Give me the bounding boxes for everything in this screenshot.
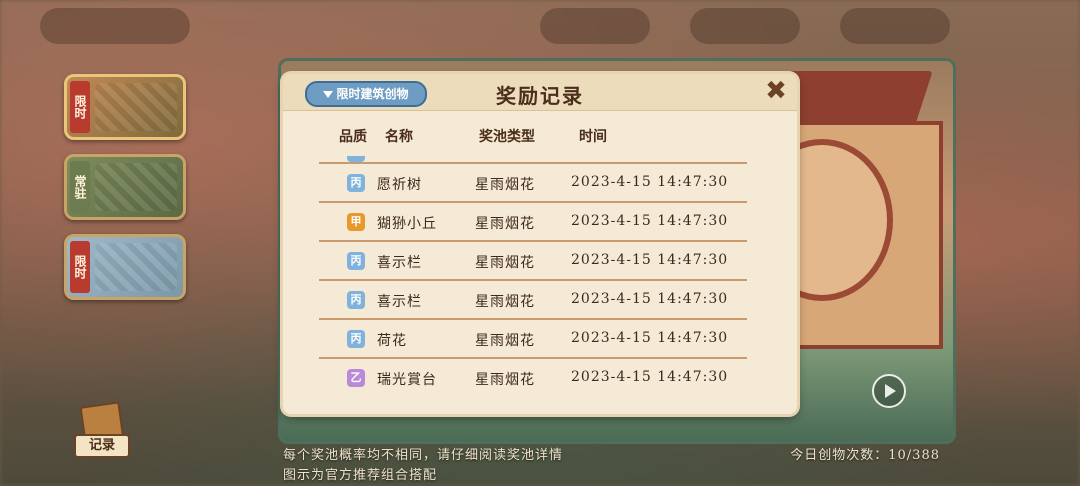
- list-item: 乙 瑞光賞台 星雨烟花 2023-4-15 14:47:30: [319, 359, 747, 396]
- item-time: 2023-4-15 14:47:30: [571, 174, 729, 190]
- dialog-title: 奖励记录: [496, 84, 584, 108]
- quality-badge: 丙: [347, 252, 365, 270]
- top-bar-blurred: [840, 8, 950, 44]
- column-header-time: 时间: [579, 129, 607, 145]
- column-header-quality: 品质: [339, 129, 367, 145]
- record-button-label: 记录: [74, 434, 130, 458]
- side-tab-limited-character[interactable]: 限时: [64, 234, 186, 300]
- side-tab-limited-building[interactable]: 限时: [64, 74, 186, 140]
- record-list[interactable]: 丙 愿祈树 星雨烟花 2023-4-15 14:47:30 甲 猢狲小丘 星雨烟…: [319, 156, 747, 396]
- play-icon[interactable]: [872, 374, 906, 408]
- item-time: 2023-4-15 14:47:30: [571, 369, 729, 385]
- side-tab-artwork: [95, 163, 177, 211]
- quality-badge: 丙: [347, 291, 365, 309]
- quality-badge: 丙: [347, 174, 365, 192]
- item-name: 荷花: [377, 333, 407, 349]
- side-tab-tag: 限时: [70, 81, 90, 133]
- item-name: 猢狲小丘: [377, 216, 437, 232]
- side-tab-tag: 限时: [70, 241, 90, 293]
- pool-combo-text: 图示为官方推荐组合搭配: [283, 468, 438, 483]
- reward-record-dialog: 限时建筑创物 奖励记录 ✖ 品质 名称 奖池类型 时间 丙 愿祈树 星雨烟花 2…: [283, 74, 797, 414]
- item-name: 喜示栏: [377, 255, 422, 271]
- record-button[interactable]: 记录: [72, 401, 130, 458]
- quality-badge: 甲: [347, 213, 365, 231]
- list-item: 丙 喜示栏 星雨烟花 2023-4-15 14:47:30: [319, 281, 747, 320]
- item-pool-type: 星雨烟花: [475, 372, 535, 388]
- item-pool-type: 星雨烟花: [475, 294, 535, 310]
- column-header-pool-type: 奖池类型: [479, 129, 535, 145]
- item-pool-type: 星雨烟花: [475, 177, 535, 193]
- side-tab-artwork: [95, 83, 177, 131]
- list-item: 丙 愿祈树 星雨烟花 2023-4-15 14:47:30: [319, 164, 747, 203]
- item-name: 瑞光賞台: [377, 372, 437, 388]
- list-item: 丙 喜示栏 星雨烟花 2023-4-15 14:47:30: [319, 242, 747, 281]
- quality-badge: 丙: [347, 330, 365, 348]
- item-time: 2023-4-15 14:47:30: [571, 252, 729, 268]
- close-button[interactable]: ✖: [763, 78, 789, 104]
- item-time: 2023-4-15 14:47:30: [571, 291, 729, 307]
- item-name: 愿祈树: [377, 177, 422, 193]
- side-tab-artwork: [95, 243, 177, 291]
- quality-badge: 乙: [347, 369, 365, 387]
- item-pool-type: 星雨烟花: [475, 333, 535, 349]
- pool-notice-text: 每个奖池概率均不相同，请仔细阅读奖池详情: [283, 448, 564, 463]
- item-time: 2023-4-15 14:47:30: [571, 213, 729, 229]
- item-pool-type: 星雨烟花: [475, 216, 535, 232]
- item-name: 喜示栏: [377, 294, 422, 310]
- item-pool-type: 星雨烟花: [475, 255, 535, 271]
- side-tab-tag: 常驻: [70, 161, 90, 213]
- item-time: 2023-4-15 14:47:30: [571, 330, 729, 346]
- top-bar-blurred: [40, 8, 190, 44]
- daily-create-count: 今日创物次数：10/388: [790, 448, 940, 463]
- list-item: 丙 荷花 星雨烟花 2023-4-15 14:47:30: [319, 320, 747, 359]
- top-bar-blurred: [540, 8, 650, 44]
- side-tab-permanent[interactable]: 常驻: [64, 154, 186, 220]
- top-bar-blurred: [690, 8, 800, 44]
- list-item: 甲 猢狲小丘 星雨烟花 2023-4-15 14:47:30: [319, 203, 747, 242]
- column-header-name: 名称: [385, 129, 413, 145]
